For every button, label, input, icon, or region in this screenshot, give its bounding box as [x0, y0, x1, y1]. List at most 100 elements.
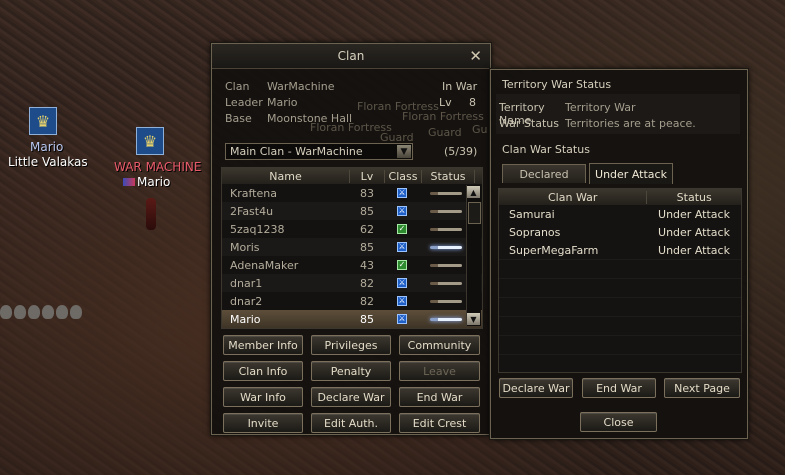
buff-icon [70, 305, 82, 319]
class-icon: ✓ [397, 260, 407, 270]
scroll-up-icon[interactable]: ▲ [467, 186, 480, 198]
close-icon[interactable]: ✕ [469, 47, 482, 65]
leader-value: Mario [267, 96, 298, 109]
member-level: 85 [360, 312, 374, 326]
ghost-text: Floran Fortress [402, 110, 484, 123]
tab-under-attack[interactable]: Under Attack [589, 163, 673, 184]
ghost-text: Guard [428, 126, 462, 139]
status-sword-icon [420, 245, 472, 249]
status-sword-icon [420, 281, 472, 285]
col-clan-war[interactable]: Clan War [499, 190, 648, 204]
empty-row [499, 316, 741, 335]
member-level: 85 [360, 204, 374, 218]
clan-war-table-header: Clan War Status [499, 189, 741, 205]
edit-crest-button[interactable]: Edit Crest [399, 413, 480, 433]
chevron-down-icon[interactable]: ▼ [397, 145, 411, 158]
war-status-label: War Status [499, 117, 559, 130]
member-level: 62 [360, 222, 374, 236]
base-row: Base Moonstone Hall [225, 112, 352, 125]
clan-name-row: Clan WarMachine [225, 80, 334, 93]
end-war-button-2[interactable]: End War [582, 378, 656, 398]
leader-row: Leader Mario [225, 96, 298, 109]
status-sword-icon [420, 191, 472, 195]
base-label: Base [225, 112, 252, 125]
col-status[interactable]: Status [422, 169, 475, 183]
base-value: Moonstone Hall [267, 112, 353, 125]
member-row[interactable]: Kraftena 83 ⚔ [222, 184, 482, 202]
class-icon: ⚔ [397, 206, 407, 216]
declare-war-button-2[interactable]: Declare War [499, 378, 573, 398]
clan-crest-icon: ♛ [29, 107, 57, 135]
member-level: 82 [360, 294, 374, 308]
ghost-text: Gu [472, 123, 488, 136]
col-name[interactable]: Name [222, 169, 350, 183]
member-level: 83 [360, 186, 374, 200]
privileges-button[interactable]: Privileges [311, 335, 391, 355]
lv-label: Lv [439, 96, 452, 109]
buff-icon [42, 305, 54, 319]
clan-window-title: Clan [337, 49, 365, 63]
member-row[interactable]: dnar2 82 ⚔ [222, 292, 482, 310]
member-row[interactable]: AdenaMaker 43 ✓ [222, 256, 482, 274]
war-row[interactable]: Samurai Under Attack [499, 205, 741, 223]
col-war-status[interactable]: Status [647, 191, 741, 204]
clan-info-button[interactable]: Clan Info [223, 361, 303, 381]
member-row[interactable]: 2Fast4u 85 ⚔ [222, 202, 482, 220]
col-lv[interactable]: Lv [350, 169, 385, 183]
class-icon: ⚔ [397, 278, 407, 288]
empty-row [499, 335, 741, 354]
character-model[interactable] [146, 198, 156, 230]
war-info-button[interactable]: War Info [223, 387, 303, 407]
penalty-button[interactable]: Penalty [311, 361, 391, 381]
scroll-down-icon[interactable]: ▼ [467, 313, 480, 325]
close-button[interactable]: Close [580, 412, 657, 432]
lv-value: 8 [469, 96, 476, 109]
invite-button[interactable]: Invite [223, 413, 303, 433]
war-status-row: War Status Territories are at peace. [499, 117, 696, 130]
member-row[interactable]: 5zaq1238 62 ✓ [222, 220, 482, 238]
player-name-mario-1[interactable]: Mario [30, 140, 63, 154]
war-row[interactable]: SuperMegaFarm Under Attack [499, 241, 741, 259]
buff-icons-row [0, 305, 82, 319]
community-button[interactable]: Community [399, 335, 480, 355]
status-sword-icon [420, 317, 472, 321]
edit-auth-button[interactable]: Edit Auth. [311, 413, 391, 433]
col-class[interactable]: Class [385, 169, 422, 183]
tab-declared[interactable]: Declared [502, 164, 586, 183]
member-name: Mario [230, 312, 261, 326]
flag-icon [123, 178, 135, 186]
class-icon: ⚔ [397, 314, 407, 324]
buff-icon [14, 305, 26, 319]
war-clan-status: Under Attack [658, 225, 730, 239]
member-name: dnar2 [230, 294, 263, 308]
scroll-thumb[interactable] [468, 202, 481, 224]
clan-war-status-title: Clan War Status [502, 143, 590, 156]
clan-window-titlebar[interactable]: Clan ✕ [212, 44, 490, 69]
end-war-button[interactable]: End War [399, 387, 480, 407]
member-row[interactable]: Moris 85 ⚔ [222, 238, 482, 256]
player-name-mario-2[interactable]: Mario [123, 175, 170, 189]
member-info-button[interactable]: Member Info [223, 335, 303, 355]
war-row[interactable]: Sopranos Under Attack [499, 223, 741, 241]
empty-row [499, 354, 741, 373]
class-icon: ⚔ [397, 296, 407, 306]
class-icon: ✓ [397, 224, 407, 234]
war-clan-name: Sopranos [509, 225, 561, 239]
member-table: Name Lv Class Status Kraftena 83 ⚔ 2Fast4u 8… [221, 167, 483, 329]
war-clan-status: Under Attack [658, 243, 730, 257]
player-title-label: Little Valakas [8, 155, 88, 169]
member-row[interactable]: Mario 85 ⚔ [222, 310, 482, 328]
declare-war-button[interactable]: Declare War [311, 387, 391, 407]
clan-value: WarMachine [267, 80, 335, 93]
member-row[interactable]: dnar1 82 ⚔ [222, 274, 482, 292]
empty-row [499, 259, 741, 278]
member-scrollbar[interactable]: ▲ ▼ [466, 185, 481, 326]
status-sword-icon [420, 299, 472, 303]
clan-select-dropdown[interactable]: Main Clan - WarMachine ▼ [225, 143, 413, 160]
member-table-header: Name Lv Class Status [222, 168, 482, 184]
next-page-button[interactable]: Next Page [664, 378, 740, 398]
buff-icon [28, 305, 40, 319]
leave-button[interactable]: Leave [399, 361, 480, 381]
clan-war-table: Clan War Status Samurai Under Attack Sopra… [498, 188, 742, 373]
war-clan-status: Under Attack [658, 207, 730, 221]
